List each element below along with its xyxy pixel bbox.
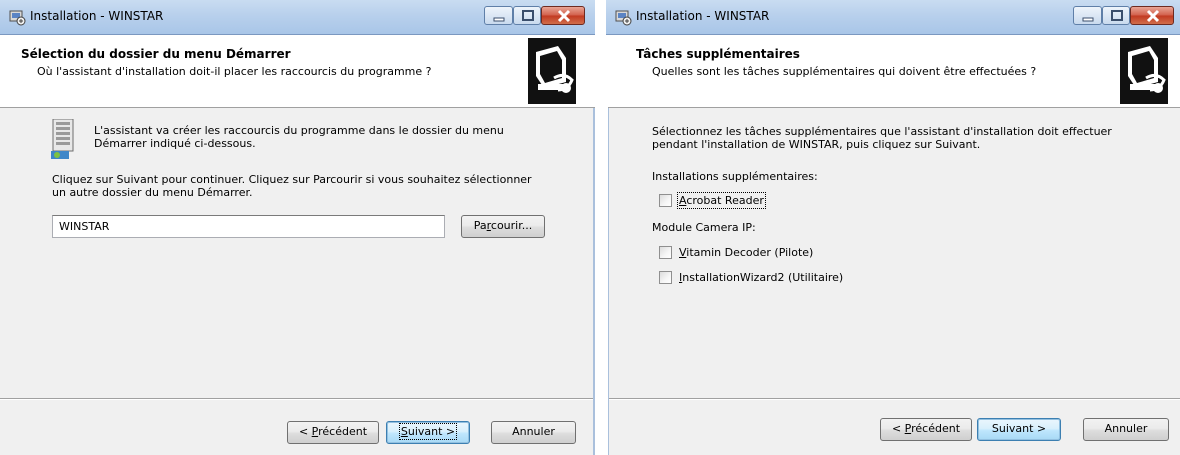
btn-text: < bbox=[891, 422, 905, 435]
intro-text: Sélectionnez les tâches supplémentaires … bbox=[652, 125, 1112, 151]
intro-line: L'assistant va créer les raccourcis du p… bbox=[94, 124, 504, 137]
checkbox-box[interactable] bbox=[659, 271, 672, 284]
checkbox-box[interactable] bbox=[659, 194, 672, 207]
computer-install-icon bbox=[1120, 38, 1168, 104]
installer-window-tasks: Installation - WINSTAR Tâches supplément… bbox=[606, 0, 1180, 455]
page-title: Tâches supplémentaires bbox=[636, 47, 800, 61]
start-menu-folder-input[interactable]: WINSTAR bbox=[52, 215, 445, 238]
next-button[interactable]: Suivant > bbox=[977, 418, 1061, 441]
window-title: Installation - WINSTAR bbox=[636, 9, 770, 23]
title-bar[interactable]: Installation - WINSTAR bbox=[606, 0, 1180, 35]
page-subtitle: Quelles sont les tâches supplémentaires … bbox=[652, 65, 1037, 78]
cancel-button[interactable]: Annuler bbox=[1083, 418, 1169, 441]
wizard-body: L'assistant va créer les raccourcis du p… bbox=[0, 108, 595, 455]
intro-line: pendant l'installation de WINSTAR, puis … bbox=[652, 138, 981, 151]
checkbox-label[interactable]: Vitamin Decoder (Pilote) bbox=[679, 246, 813, 259]
intro-line: Démarrer indiqué ci-dessous. bbox=[94, 137, 256, 150]
back-button[interactable]: < Précédent bbox=[287, 421, 379, 444]
intro-text: L'assistant va créer les raccourcis du p… bbox=[94, 124, 504, 150]
next-button[interactable]: Suivant > bbox=[386, 421, 470, 444]
close-button[interactable] bbox=[541, 6, 585, 25]
title-bar[interactable]: Installation - WINSTAR bbox=[0, 0, 595, 35]
minimize-icon bbox=[493, 17, 505, 22]
checkbox-label[interactable]: Acrobat Reader bbox=[677, 192, 766, 209]
next-button-label: Suivant > bbox=[398, 423, 458, 440]
btn-text: courir... bbox=[490, 219, 533, 232]
window-title: Installation - WINSTAR bbox=[30, 9, 164, 23]
close-icon bbox=[1146, 9, 1160, 23]
installer-app-icon bbox=[9, 10, 26, 26]
btn-text: récédent bbox=[911, 422, 961, 435]
btn-text: uivant > bbox=[407, 425, 456, 438]
minimize-button[interactable] bbox=[484, 6, 513, 25]
minimize-icon bbox=[1082, 17, 1094, 22]
installer-app-icon bbox=[615, 10, 632, 26]
btn-accel: S bbox=[400, 425, 408, 438]
installer-window-start-menu: Installation - WINSTAR Sélection du doss… bbox=[0, 0, 595, 455]
checkbox-label[interactable]: InstallationWizard2 (Utilitaire) bbox=[679, 271, 843, 284]
computer-install-icon bbox=[528, 38, 576, 104]
btn-text: Pa bbox=[473, 219, 487, 232]
maximize-button[interactable] bbox=[513, 6, 541, 25]
start-menu-folder-icon bbox=[51, 119, 74, 159]
maximize-icon bbox=[1111, 10, 1123, 21]
cb-text: nstallationWizard2 (Utilitaire) bbox=[682, 271, 844, 284]
wizard-body: Sélectionnez les tâches supplémentaires … bbox=[608, 108, 1180, 455]
close-icon bbox=[557, 9, 571, 23]
close-button[interactable] bbox=[1130, 6, 1174, 25]
footer-separator bbox=[609, 398, 1180, 400]
page-subtitle: Où l'assistant d'installation doit-il pl… bbox=[37, 65, 432, 78]
group-label-camera: Module Camera IP: bbox=[652, 221, 756, 234]
browse-button[interactable]: Parcourir... bbox=[461, 215, 545, 238]
cb-text: itamin Decoder (Pilote) bbox=[686, 246, 814, 259]
back-button[interactable]: < Précédent bbox=[880, 418, 972, 441]
page-title: Sélection du dossier du menu Démarrer bbox=[21, 47, 291, 61]
cb-text: crobat Reader bbox=[686, 194, 764, 207]
btn-text: < bbox=[298, 425, 312, 438]
instruction-line: un autre dossier du menu Démarrer. bbox=[52, 186, 253, 199]
cancel-button[interactable]: Annuler bbox=[491, 421, 576, 444]
instruction-text: Cliquez sur Suivant pour continuer. Cliq… bbox=[52, 173, 532, 199]
minimize-button[interactable] bbox=[1073, 6, 1102, 25]
checkbox-box[interactable] bbox=[659, 246, 672, 259]
btn-text: récédent bbox=[318, 425, 368, 438]
group-label-installs: Installations supplémentaires: bbox=[652, 170, 818, 183]
maximize-button[interactable] bbox=[1102, 6, 1130, 25]
wizard-header: Sélection du dossier du menu Démarrer Où… bbox=[0, 35, 595, 108]
footer-separator bbox=[0, 398, 593, 400]
intro-line: Sélectionnez les tâches supplémentaires … bbox=[652, 125, 1112, 138]
wizard-header: Tâches supplémentaires Quelles sont les … bbox=[608, 35, 1180, 108]
instruction-line: Cliquez sur Suivant pour continuer. Cliq… bbox=[52, 173, 532, 186]
maximize-icon bbox=[522, 10, 534, 21]
